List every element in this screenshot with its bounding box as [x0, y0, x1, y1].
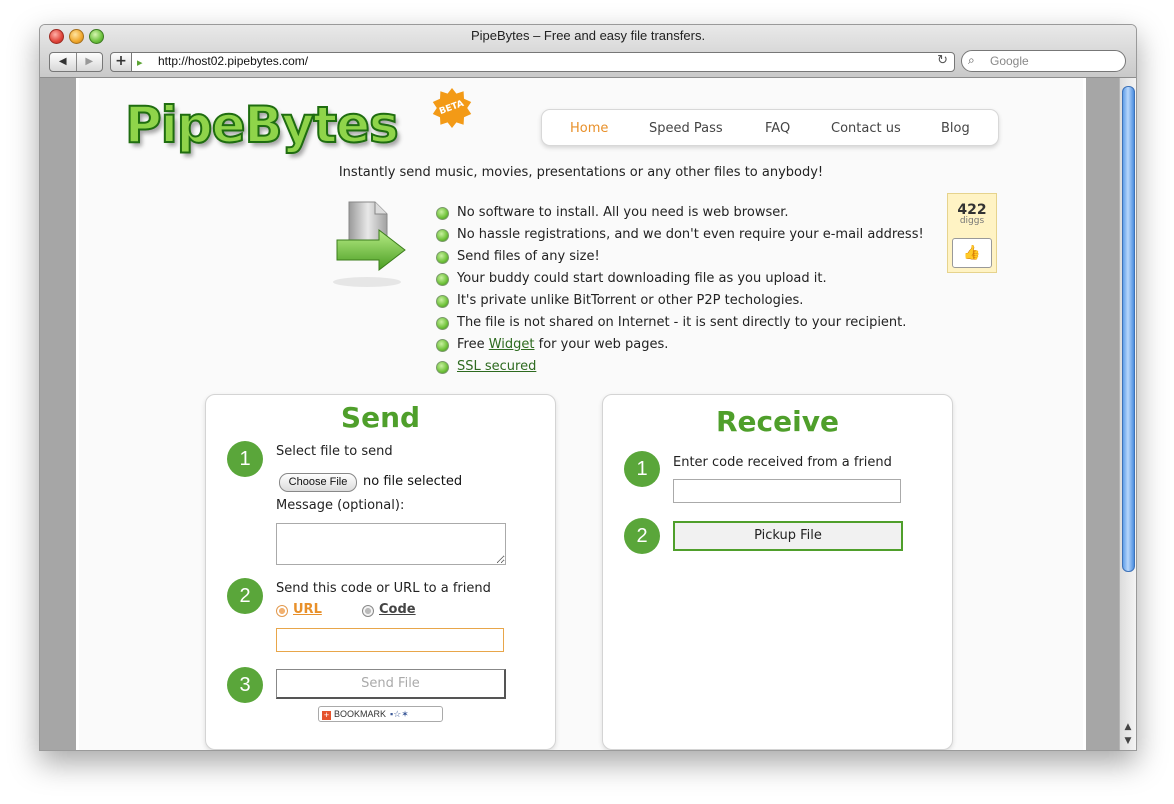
- browser-window: PipeBytes – Free and easy file transfers…: [39, 24, 1137, 751]
- step-1-badge: 1: [624, 451, 660, 487]
- message-label: Message (optional):: [276, 498, 405, 513]
- feature-item: Free Widget for your web pages.: [436, 334, 924, 356]
- address-url[interactable]: http://host02.pipebytes.com/: [158, 54, 308, 68]
- reload-icon[interactable]: ↻: [937, 53, 948, 68]
- code-option-label[interactable]: Code: [379, 602, 416, 617]
- step-2-badge: 2: [227, 578, 263, 614]
- site-favicon-icon: ▸: [137, 56, 143, 69]
- social-icons: ▪☆✶: [390, 709, 409, 719]
- receive-code-field[interactable]: [673, 479, 901, 503]
- add-bookmark-button[interactable]: +: [110, 52, 132, 72]
- add-plus-icon: +: [322, 710, 331, 720]
- site-logo[interactable]: PipeBytes: [124, 95, 400, 155]
- feature-list: No software to install. All you need is …: [436, 202, 924, 378]
- pickup-file-button[interactable]: Pickup File: [673, 521, 903, 551]
- nav-blog[interactable]: Blog: [941, 121, 970, 136]
- code-radio[interactable]: [362, 605, 374, 617]
- tagline: Instantly send music, movies, presentati…: [338, 165, 824, 180]
- bookmark-label: BOOKMARK: [334, 709, 387, 719]
- scroll-up-icon[interactable]: ▲: [1120, 720, 1136, 734]
- feature-item: It's private unlike BitTorrent or other …: [436, 290, 924, 312]
- scroll-arrows[interactable]: ▲ ▼: [1120, 720, 1136, 748]
- feature-text: No software to install. All you need is …: [457, 205, 789, 220]
- forward-icon[interactable]: ▶: [75, 53, 103, 71]
- nav-faq[interactable]: FAQ: [765, 121, 790, 136]
- bullet-icon: [436, 251, 449, 264]
- select-file-label: Select file to send: [276, 444, 393, 459]
- file-transfer-icon: [333, 201, 406, 287]
- bullet-icon: [436, 207, 449, 220]
- url-radio[interactable]: [276, 605, 288, 617]
- feature-text: for your web pages.: [534, 337, 669, 352]
- vertical-scrollbar[interactable]: ▲ ▼: [1119, 78, 1136, 750]
- bullet-icon: [436, 361, 449, 374]
- search-field[interactable]: ⌕ Google: [961, 50, 1126, 72]
- feature-text: The file is not shared on Internet - it …: [457, 315, 907, 330]
- bookmark-button[interactable]: + BOOKMARK ▪☆✶: [318, 706, 443, 722]
- widget-link[interactable]: Widget: [489, 337, 535, 352]
- feature-item: No software to install. All you need is …: [436, 202, 924, 224]
- page-content: PipeBytes BETA Home Speed Pass FAQ Conta…: [76, 78, 1086, 750]
- scroll-down-icon[interactable]: ▼: [1120, 734, 1136, 748]
- bullet-icon: [436, 273, 449, 286]
- receive-title: Receive: [716, 405, 839, 438]
- message-textarea[interactable]: [276, 523, 506, 565]
- history-buttons: ◀ ▶: [49, 52, 103, 72]
- search-icon[interactable]: ⌕: [968, 53, 975, 68]
- beta-badge: BETA: [432, 88, 472, 128]
- nav-contact-us[interactable]: Contact us: [831, 121, 901, 136]
- receive-panel: Receive 1 Enter code received from a fri…: [602, 394, 953, 750]
- bullet-icon: [436, 229, 449, 242]
- url-option-label[interactable]: URL: [293, 602, 322, 617]
- digg-thumbs-up-icon[interactable]: 👍: [952, 238, 992, 268]
- feature-item: Your buddy could start downloading file …: [436, 268, 924, 290]
- page-viewport: PipeBytes BETA Home Speed Pass FAQ Conta…: [40, 78, 1119, 750]
- send-file-button[interactable]: Send File: [276, 669, 506, 699]
- feature-item: No hassle registrations, and we don't ev…: [436, 224, 924, 246]
- feature-text: Send files of any size!: [457, 249, 600, 264]
- digg-label: diggs: [959, 216, 985, 226]
- scrollbar-thumb[interactable]: [1122, 86, 1135, 572]
- nav-home[interactable]: Home: [570, 121, 608, 136]
- send-code-label: Send this code or URL to a friend: [276, 581, 491, 596]
- title-bar: PipeBytes – Free and easy file transfers…: [40, 25, 1136, 78]
- window-title: PipeBytes – Free and easy file transfers…: [470, 28, 706, 43]
- feature-text: Free: [457, 337, 489, 352]
- search-placeholder: Google: [990, 54, 1029, 68]
- beta-badge-text: BETA: [438, 98, 466, 118]
- choose-file-button[interactable]: Choose File: [279, 473, 357, 492]
- no-file-status: no file selected: [363, 474, 463, 489]
- digg-widget: 422 diggs 👍: [947, 193, 997, 273]
- feature-text: No hassle registrations, and we don't ev…: [457, 227, 924, 242]
- step-1-badge: 1: [227, 441, 263, 477]
- bullet-icon: [436, 339, 449, 352]
- send-panel: Send 1 Select file to send Choose File n…: [205, 394, 556, 750]
- feature-item: SSL secured: [436, 356, 924, 378]
- ssl-secured-link[interactable]: SSL secured: [457, 359, 536, 374]
- bullet-icon: [436, 295, 449, 308]
- share-code-field[interactable]: [276, 628, 504, 652]
- back-icon[interactable]: ◀: [50, 53, 76, 71]
- send-title: Send: [340, 401, 421, 434]
- feature-text: Your buddy could start downloading file …: [457, 271, 827, 286]
- enter-code-label: Enter code received from a friend: [673, 455, 892, 470]
- bullet-icon: [436, 317, 449, 330]
- feature-item: The file is not shared on Internet - it …: [436, 312, 924, 334]
- step-3-badge: 3: [227, 667, 263, 703]
- main-nav: Home Speed Pass FAQ Contact us Blog: [541, 109, 999, 146]
- step-2-badge: 2: [624, 518, 660, 554]
- feature-item: Send files of any size!: [436, 246, 924, 268]
- feature-text: It's private unlike BitTorrent or other …: [457, 293, 804, 308]
- nav-speed-pass[interactable]: Speed Pass: [649, 121, 723, 136]
- address-bar[interactable]: ▸ http://host02.pipebytes.com/ ↻: [131, 52, 955, 72]
